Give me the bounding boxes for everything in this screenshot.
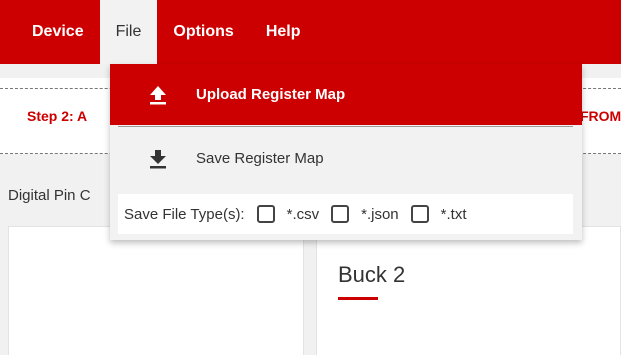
save-register-map-item[interactable]: Save Register Map bbox=[110, 128, 582, 189]
menu-device[interactable]: Device bbox=[16, 0, 100, 64]
upload-register-map-label: Upload Register Map bbox=[196, 86, 346, 103]
download-icon bbox=[150, 149, 166, 168]
step-label-left: Step 2: A bbox=[27, 108, 88, 124]
panel-left bbox=[8, 226, 304, 355]
upload-register-map-item[interactable]: Upload Register Map bbox=[110, 64, 582, 125]
menu-separator bbox=[118, 126, 573, 127]
csv-checkbox[interactable] bbox=[256, 205, 275, 223]
menu-bar: Device File Options Help bbox=[0, 0, 621, 64]
menu-options[interactable]: Options bbox=[157, 0, 249, 64]
csv-label: *.csv bbox=[286, 205, 320, 223]
file-menu-dropdown: Upload Register Map Save Register Map Sa… bbox=[110, 64, 582, 240]
upload-icon bbox=[150, 85, 166, 104]
json-label: *.json bbox=[361, 205, 399, 223]
json-checkbox[interactable] bbox=[331, 205, 350, 223]
buck-2-underline bbox=[338, 297, 378, 300]
step-label-right: FROM bbox=[580, 108, 621, 124]
save-file-type-row: Save File Type(s): *.csv *.json *.txt bbox=[118, 194, 573, 234]
txt-checkbox[interactable] bbox=[410, 205, 429, 223]
digital-pin-label: Digital Pin C bbox=[8, 187, 91, 204]
menu-file[interactable]: File bbox=[99, 0, 158, 64]
save-register-map-label: Save Register Map bbox=[196, 150, 324, 167]
menu-help[interactable]: Help bbox=[250, 0, 317, 64]
txt-label: *.txt bbox=[440, 205, 467, 223]
panel-buck-2 bbox=[316, 226, 621, 355]
buck-2-title: Buck 2 bbox=[338, 262, 406, 287]
save-file-type-label: Save File Type(s): bbox=[124, 205, 245, 223]
